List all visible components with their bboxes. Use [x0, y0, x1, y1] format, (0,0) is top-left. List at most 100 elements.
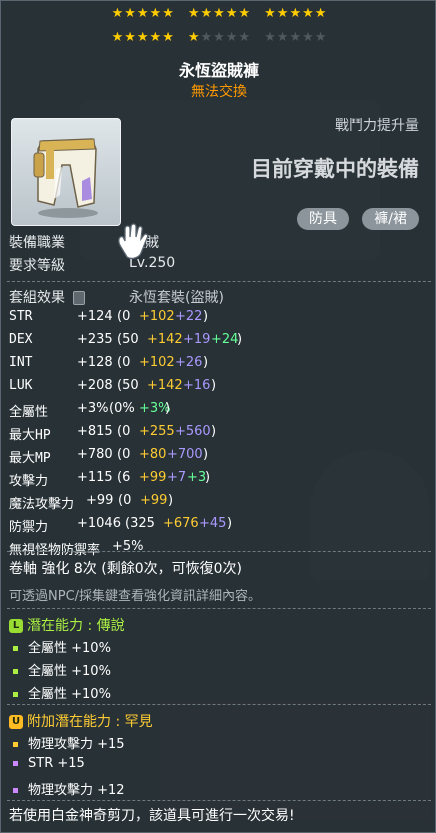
stat-close: )	[211, 424, 217, 439]
stat-extra: +560	[175, 424, 211, 439]
stat-close: )	[203, 447, 209, 462]
divider	[7, 551, 431, 552]
potential-line: 全屬性 +10%	[9, 660, 111, 679]
star-empty-icon: ★	[238, 30, 251, 45]
stat-extra: +45	[199, 516, 227, 531]
stat-extra: +16	[183, 378, 211, 393]
stat-extra: +19	[183, 332, 211, 347]
bullet-icon	[13, 669, 18, 674]
set-name: 永恆套裝(盜賊)	[129, 290, 224, 306]
star-empty-icon: ★	[200, 30, 213, 45]
stat-total: +208	[77, 378, 113, 393]
star-filled-icon: ★	[162, 30, 174, 45]
stat-total: +124	[77, 309, 113, 324]
legendary-badge-icon: L	[9, 619, 23, 633]
category-tag-armor: 防具	[297, 208, 349, 230]
star-filled-icon: ★	[136, 6, 149, 21]
star-filled-icon: ★	[225, 6, 238, 21]
star-filled-icon: ★	[200, 6, 213, 21]
star-empty-icon: ★	[289, 30, 302, 45]
star-empty-icon: ★	[314, 30, 327, 45]
bullet-icon	[13, 646, 18, 651]
stat-base: (0	[118, 493, 132, 508]
stat-starforce: +3	[187, 470, 207, 485]
divider	[7, 281, 431, 282]
stat-total: +128	[77, 355, 113, 370]
potential-line-text: 全屬性 +10%	[28, 664, 111, 679]
star-filled-icon: ★	[111, 30, 124, 45]
star-filled-icon: ★	[213, 6, 225, 21]
star-empty-icon: ★	[264, 30, 276, 45]
stat-name: 無視怪物防禦率	[9, 543, 101, 558]
additional-potential-line-text: 物理攻擊力 +12	[28, 783, 125, 798]
job-label: 裝備職業	[9, 235, 65, 251]
additional-potential-line-text: 物理攻擊力 +15	[28, 737, 125, 752]
stat-total: +115	[77, 470, 113, 485]
bullet-icon	[13, 761, 18, 766]
potential-line-text: 全屬性 +10%	[28, 641, 111, 656]
stat-bonus: +80	[139, 447, 167, 462]
power-increase-label: 戰鬥力提升量	[335, 118, 419, 134]
star-filled-icon: ★	[124, 6, 136, 21]
star-filled-icon: ★	[302, 6, 314, 21]
unique-badge-icon: U	[9, 715, 23, 729]
stat-bonus: +255	[139, 424, 175, 439]
stat-base: (6	[117, 470, 131, 485]
star-filled-icon: ★	[124, 30, 136, 45]
stat-name: LUK	[9, 378, 33, 393]
stat-close: )	[203, 355, 209, 370]
set-lock-icon	[73, 291, 86, 305]
stat-close: )	[211, 378, 217, 393]
additional-potential-line: 物理攻擊力 +15	[9, 733, 125, 752]
stat-bonus: +99	[140, 493, 168, 508]
star-filled-icon: ★	[111, 6, 124, 21]
set-effect-label: 套組效果	[9, 287, 86, 307]
scroll-upgrade-info: 卷軸 強化 8次 (剩餘0次，可恢復0次)	[9, 561, 242, 577]
upgrade-info-note: 可透過NPC/採集鍵查看強化資訊詳細內容。	[9, 589, 262, 604]
stat-bonus: +142	[147, 332, 183, 347]
star-filled-icon: ★	[136, 30, 149, 45]
star-filled-icon: ★	[264, 6, 276, 21]
additional-potential-title: U 附加潛在能力 : 罕見	[9, 711, 153, 731]
stat-total: +99	[86, 493, 114, 508]
bullet-icon	[13, 742, 18, 747]
stat-close: )	[165, 401, 171, 416]
star-filled-icon: ★	[187, 6, 200, 21]
bullet-icon	[13, 692, 18, 697]
stat-base: (0	[117, 424, 131, 439]
pants-icon	[33, 138, 98, 218]
stat-name: STR	[9, 309, 33, 324]
stat-total: +1046	[77, 516, 121, 531]
stat-extra: +22	[175, 309, 203, 324]
potential-line: 全屬性 +10%	[9, 683, 111, 702]
additional-potential-line: STR +15	[9, 756, 85, 771]
divider	[7, 608, 431, 609]
star-filled-icon: ★	[289, 6, 302, 21]
stat-extra: +26	[175, 355, 203, 370]
stat-name: 最大HP	[9, 428, 51, 443]
star-filled-icon: ★	[276, 6, 289, 21]
set-effect-label-text: 套組效果	[9, 290, 65, 306]
trade-status: 無法交換	[191, 84, 247, 100]
stat-bonus: +676	[163, 516, 199, 531]
potential-title-text: 潛在能力 : 傳說	[27, 618, 125, 634]
category-tag-pants: 褲/裙	[362, 208, 419, 230]
additional-potential-title-text: 附加潛在能力 : 罕見	[27, 714, 153, 730]
stat-bonus: +102	[139, 309, 175, 324]
star-filled-icon: ★	[187, 30, 200, 45]
stat-base: (325	[125, 516, 155, 531]
item-tooltip: ★ ★ ★ ★ ★ ★ ★ ★ ★ ★ ★ ★ ★ ★ ★ ★ ★ ★ ★ ★ ★ ★ ★ ★ ★ ★ ★ ★ ★ ★ 永恆盜賊褲 無法交…	[0, 0, 436, 833]
stat-close: )	[203, 309, 209, 324]
star-filled-icon: ★	[149, 30, 162, 45]
item-icon-frame	[11, 118, 121, 226]
star-filled-icon: ★	[162, 6, 174, 21]
stat-name: 防禦力	[9, 520, 49, 535]
stat-base: (50	[117, 332, 139, 347]
stat-name: 最大MP	[9, 451, 51, 466]
additional-potential-line-text: STR +15	[28, 756, 85, 771]
potential-title: L 潛在能力 : 傳說	[9, 615, 125, 635]
star-empty-icon: ★	[302, 30, 314, 45]
stat-extra: +700	[167, 447, 203, 462]
stat-name: 全屬性	[9, 405, 49, 420]
stat-total: +780	[77, 447, 113, 462]
